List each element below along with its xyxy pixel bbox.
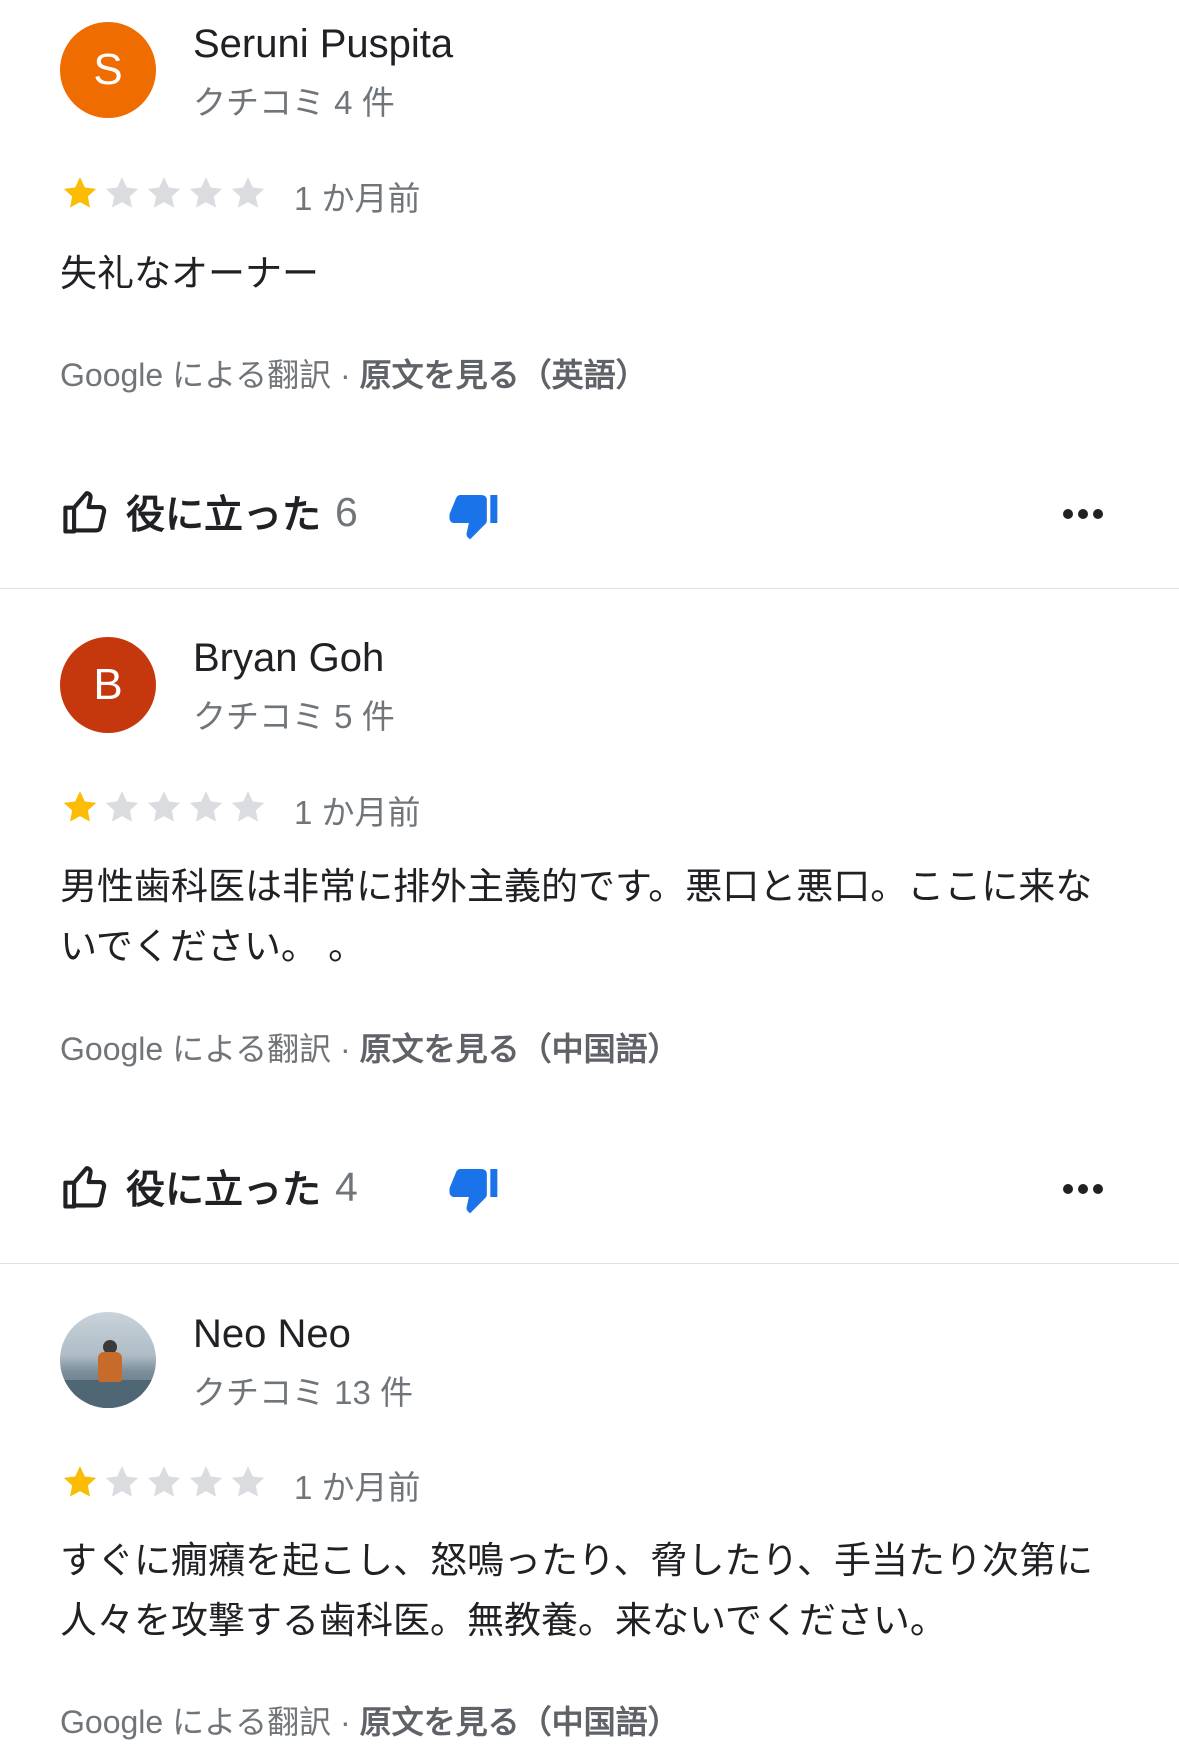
star-empty-icon — [105, 177, 139, 208]
translation-note: Google による翻訳 · 原文を見る（中国語） — [60, 1024, 680, 1070]
author-review-count: クチコミ 13 件 — [193, 1374, 414, 1411]
helpful-count: 4 — [335, 1163, 358, 1210]
review-time: 1 か月前 — [294, 1469, 421, 1506]
avatar-letter: S — [93, 45, 123, 94]
star-empty-icon — [231, 177, 265, 208]
helpful-button[interactable]: 役に立った 6 — [60, 484, 358, 540]
star-empty-icon — [147, 1466, 181, 1497]
star-empty-icon — [231, 791, 265, 822]
avatar-photo-person — [98, 1352, 122, 1382]
avatar[interactable] — [60, 1312, 156, 1408]
review-text: すぐに癇癪を起こし、怒鳴ったり、脅したり、手当たり次第に人々を攻撃する歯科医。無… — [60, 1540, 1094, 1641]
author-review-count: クチコミ 5 件 — [193, 698, 395, 735]
star-filled-icon — [63, 791, 97, 822]
thumb-up-icon — [63, 1166, 107, 1209]
star-rating — [60, 1461, 270, 1503]
review-text: 失礼なオーナー — [60, 253, 319, 294]
review-time: 1 か月前 — [294, 794, 421, 831]
star-filled-icon — [63, 1466, 97, 1497]
star-filled-icon — [63, 177, 97, 208]
star-empty-icon — [189, 1466, 223, 1497]
see-original-link[interactable]: 原文を見る（中国語） — [360, 1031, 680, 1067]
author-name[interactable]: Neo Neo — [193, 1312, 351, 1357]
star-empty-icon — [189, 177, 223, 208]
star-empty-icon — [231, 1466, 265, 1497]
review-text: 男性歯科医は非常に排外主義的です。悪口と悪口。ここに来ないでください。 。 — [60, 866, 1093, 967]
author-name[interactable]: Seruni Puspita — [193, 22, 453, 67]
review-card: Neo Neo クチコミ 13 件 1 か月前 すぐに癇癪を起こし、怒鳴ったり、… — [0, 1264, 1179, 1763]
translated-by-label: Google による翻訳 · — [60, 1031, 360, 1067]
star-empty-icon — [105, 1466, 139, 1497]
avatar[interactable]: S — [60, 22, 156, 118]
translated-by-label: Google による翻訳 · — [60, 1704, 360, 1740]
helpful-label: 役に立った — [126, 494, 322, 537]
avatar[interactable]: B — [60, 637, 156, 733]
star-empty-icon — [147, 791, 181, 822]
avatar-photo-water — [60, 1380, 156, 1408]
thumb-up-icon — [63, 491, 107, 534]
see-original-link[interactable]: 原文を見る（中国語） — [360, 1704, 680, 1740]
star-empty-icon — [147, 177, 181, 208]
review-card: B Bryan Goh クチコミ 5 件 1 か月前 男性歯科医は非常に排外主義… — [0, 589, 1179, 1263]
author-review-count: クチコミ 4 件 — [193, 84, 395, 121]
avatar-letter: B — [93, 660, 123, 709]
helpful-label: 役に立った — [126, 1169, 322, 1212]
star-rating — [60, 786, 270, 828]
thumb-down-icon[interactable] — [446, 1162, 502, 1218]
thumb-down-icon[interactable] — [446, 488, 502, 544]
see-original-link[interactable]: 原文を見る（英語） — [360, 357, 648, 393]
translation-note: Google による翻訳 · 原文を見る（英語） — [60, 350, 648, 396]
author-name[interactable]: Bryan Goh — [193, 636, 384, 681]
translation-note: Google による翻訳 · 原文を見る（中国語） — [60, 1697, 680, 1743]
star-empty-icon — [105, 791, 139, 822]
review-card: S Seruni Puspita クチコミ 4 件 1 か月前 失礼なオーナー … — [0, 0, 1179, 588]
star-empty-icon — [189, 791, 223, 822]
helpful-button[interactable]: 役に立った 4 — [60, 1159, 358, 1215]
helpful-count: 6 — [335, 488, 358, 535]
more-horiz-icon[interactable] — [1058, 1169, 1108, 1209]
more-horiz-icon[interactable] — [1058, 494, 1108, 534]
star-rating — [60, 172, 270, 214]
translated-by-label: Google による翻訳 · — [60, 357, 360, 393]
review-time: 1 か月前 — [294, 180, 421, 217]
